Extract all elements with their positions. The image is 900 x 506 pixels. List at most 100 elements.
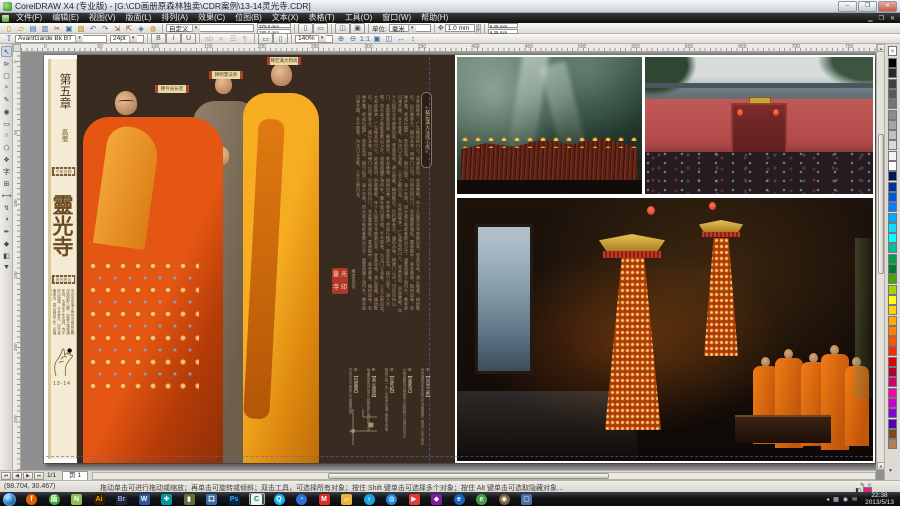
redo-icon[interactable]: ↷ bbox=[99, 23, 111, 33]
crop-tool[interactable]: ▢ bbox=[1, 70, 12, 81]
vertical-text-button[interactable]: ▯ bbox=[273, 33, 288, 44]
duplicate-y-field[interactable]: 6.35 mm bbox=[487, 28, 518, 35]
close-button[interactable]: ✕ bbox=[878, 0, 897, 12]
taskbar-app-notepad[interactable]: N bbox=[69, 493, 85, 505]
color-swatch[interactable] bbox=[888, 130, 897, 141]
color-swatch[interactable] bbox=[888, 212, 897, 223]
taskbar-app-compass-browser[interactable]: ◔ bbox=[294, 493, 310, 505]
color-swatch[interactable] bbox=[888, 284, 897, 295]
vertical-ruler[interactable]: 0 50 100 150 200 250 bbox=[13, 52, 21, 470]
zoom-tool[interactable]: ⌕ bbox=[1, 82, 12, 93]
menu-tools[interactable]: 工具(O) bbox=[340, 13, 378, 23]
menu-edit[interactable]: 编辑(E) bbox=[47, 13, 84, 23]
color-swatch[interactable] bbox=[888, 346, 897, 357]
taskbar-app-globe[interactable]: ◍ bbox=[384, 493, 400, 505]
taskbar-app-qq[interactable]: Q bbox=[271, 493, 287, 505]
duplicate-x-field[interactable]: 6.35 mm bbox=[487, 22, 518, 29]
taskbar-app-app-blue[interactable]: 口 bbox=[204, 493, 220, 505]
page-spread[interactable]: 第五章 高僧 千年古刹 靈光寺 灵光名山 灵光寺坐落于梅州市梅县区雁洋镇阴那山麓… bbox=[41, 52, 876, 466]
dimension-tool[interactable]: ⟷ bbox=[1, 190, 12, 201]
taskbar-app-word[interactable]: W bbox=[136, 493, 152, 505]
menu-view[interactable]: 视图(V) bbox=[84, 13, 121, 23]
taskbar-app-picasa[interactable]: ◉ bbox=[496, 493, 512, 505]
zoom-level-combo[interactable]: 140% ▾ bbox=[295, 34, 333, 43]
tray-icon-1[interactable]: ▦ bbox=[833, 497, 839, 503]
color-swatch[interactable] bbox=[888, 171, 897, 182]
polygon-tool[interactable]: ⬠ bbox=[1, 142, 12, 153]
taskbar-app-firefox[interactable]: f bbox=[24, 493, 40, 505]
chapter-sidebar[interactable]: 第五章 高僧 千年古刹 靈光寺 灵光名山 灵光寺坐落于梅州市梅县区雁洋镇阴那山麓… bbox=[48, 59, 77, 459]
undo-icon[interactable]: ↶ bbox=[87, 23, 99, 33]
page-tab[interactable]: 页 1 bbox=[62, 471, 88, 480]
taskbar-app-pps[interactable]: ▶ bbox=[406, 493, 422, 505]
minimize-button[interactable]: – bbox=[838, 0, 857, 12]
page-width-field[interactable]: 370.0 mm bbox=[257, 22, 291, 29]
eyedropper-tool[interactable]: ✒ bbox=[1, 226, 12, 237]
taskbar-app-photoshop[interactable]: Ps bbox=[226, 493, 242, 505]
smart-fill-tool[interactable]: ◉ bbox=[1, 106, 12, 117]
menu-text[interactable]: 文本(X) bbox=[267, 13, 304, 23]
color-swatch[interactable] bbox=[888, 202, 897, 213]
taskbar-app-folder-dark[interactable]: ▮ bbox=[181, 493, 197, 505]
color-swatch[interactable] bbox=[888, 99, 897, 110]
horizontal-text-button[interactable]: ▭ bbox=[258, 33, 273, 44]
color-swatch[interactable] bbox=[888, 356, 897, 367]
tray-icon-0[interactable]: ◂ bbox=[826, 497, 829, 503]
palette-scroll-down[interactable]: ▼ bbox=[888, 468, 893, 474]
zoom-icon-3[interactable]: ▣ bbox=[371, 34, 383, 44]
rectangle-tool[interactable]: ▭ bbox=[1, 118, 12, 129]
zoom-icon-0[interactable]: ⊕ bbox=[335, 34, 347, 44]
biography-title-cartouche[interactable]: ❖ 释宏满大法师小传 ❖ bbox=[421, 92, 432, 168]
monks-photo[interactable] bbox=[77, 55, 337, 463]
color-swatch[interactable] bbox=[888, 336, 897, 347]
color-swatch[interactable] bbox=[888, 397, 897, 408]
paragraph-icon-3[interactable]: ¶ bbox=[239, 34, 251, 44]
doc-close-button[interactable]: ✕ bbox=[887, 15, 898, 22]
menu-arrange[interactable]: 排列(A) bbox=[156, 13, 193, 23]
taskbar-app-folder-yellow[interactable]: ▱ bbox=[339, 493, 355, 505]
color-swatch[interactable] bbox=[888, 150, 897, 161]
page-nav-arrow-1[interactable]: ◀ bbox=[12, 471, 22, 480]
tray-icon-2[interactable]: ◉ bbox=[843, 497, 848, 503]
taskbar-app-illustrator[interactable]: Ai bbox=[91, 493, 107, 505]
text-tool[interactable]: 字 bbox=[1, 166, 12, 177]
paper-preset-combo[interactable]: 自定义 ▾ bbox=[166, 24, 254, 33]
print-icon[interactable]: ▥ bbox=[39, 23, 51, 33]
color-swatch[interactable] bbox=[888, 140, 897, 151]
vertical-scrollbar[interactable]: ▲ ▼ bbox=[876, 44, 885, 470]
color-swatch[interactable] bbox=[888, 294, 897, 305]
taskbar-app-coreldraw[interactable]: C bbox=[248, 493, 265, 505]
doc-restore-button[interactable]: ❐ bbox=[876, 15, 887, 22]
horizontal-guideline[interactable] bbox=[41, 456, 876, 457]
taskbar-app-bird-app[interactable]: › bbox=[361, 493, 377, 505]
taskbar-app-ie[interactable]: e bbox=[451, 493, 467, 505]
temple-gate-photo[interactable] bbox=[645, 57, 873, 194]
nudge-spinner[interactable]: ▲ ▼ bbox=[475, 24, 481, 34]
menu-bitmaps[interactable]: 位图(B) bbox=[230, 13, 267, 23]
title-bar[interactable]: CorelDRAW X4 (专业版) - [G:\CD画册原森林独卖\CDR案例… bbox=[0, 0, 900, 13]
monk-name-tag[interactable]: 释宏满大和尚 bbox=[267, 57, 301, 65]
ellipse-tool[interactable]: ○ bbox=[1, 130, 12, 141]
save-icon[interactable]: ▤ bbox=[27, 23, 39, 33]
color-swatch[interactable] bbox=[888, 88, 897, 99]
menu-file[interactable]: 文件(F) bbox=[11, 13, 47, 23]
hscroll-thumb[interactable] bbox=[327, 472, 610, 479]
maximize-button[interactable]: ❐ bbox=[858, 0, 877, 12]
color-swatch[interactable] bbox=[888, 274, 897, 285]
portrait-button[interactable]: ▯ bbox=[298, 22, 313, 34]
interactive-fill-tool[interactable]: ▼ bbox=[1, 262, 12, 273]
paste-icon[interactable]: ▨ bbox=[75, 23, 87, 33]
color-swatch[interactable] bbox=[888, 191, 897, 202]
start-button[interactable] bbox=[2, 491, 17, 506]
taskbar-app-360-safe[interactable]: 盾 bbox=[46, 493, 62, 505]
zoom-icon-4[interactable]: ◫ bbox=[383, 34, 395, 44]
paragraph-icon-0[interactable]: ab bbox=[203, 34, 215, 44]
color-swatch[interactable] bbox=[888, 222, 897, 233]
left-page[interactable]: 释今光长老 释明慧法师 释宏满大和尚 ❖ 释宏满大法师小传 ❖ 大师俗姓李，广东梅县… bbox=[77, 55, 455, 463]
paragraph-icon-2[interactable]: ☰ bbox=[227, 34, 239, 44]
menu-layout[interactable]: 版面(L) bbox=[121, 13, 157, 23]
monk-name-tag[interactable]: 释今光长老 bbox=[155, 85, 189, 93]
all-pages-button[interactable]: ◫ bbox=[335, 22, 350, 34]
menu-effects[interactable]: 效果(C) bbox=[193, 13, 230, 23]
color-swatch[interactable] bbox=[888, 243, 897, 254]
